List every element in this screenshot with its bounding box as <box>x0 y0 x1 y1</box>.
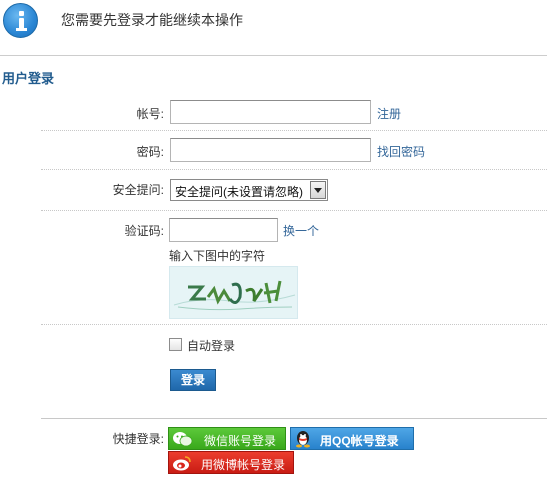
row-separator <box>41 324 547 325</box>
captcha-hint: 输入下图中的字符 <box>169 249 266 263</box>
wechat-login-button[interactable]: 微信账号登录 <box>168 427 286 450</box>
auto-login-label: 自动登录 <box>187 339 236 353</box>
qq-penguin-icon <box>294 430 312 448</box>
password-input[interactable] <box>170 138 371 162</box>
register-link[interactable]: 注册 <box>377 105 401 122</box>
qq-login-label: 用QQ帐号登录 <box>320 434 399 448</box>
account-input[interactable] <box>170 100 371 124</box>
qq-login-button[interactable]: 用QQ帐号登录 <box>290 427 414 450</box>
wechat-login-label: 微信账号登录 <box>204 434 277 448</box>
auto-login-checkbox[interactable] <box>169 338 182 351</box>
captcha-image[interactable] <box>169 266 298 319</box>
notice-bar: 您需要先登录才能继续本操作 <box>0 0 547 44</box>
captcha-label: 验证码: <box>124 224 164 238</box>
row-separator <box>41 169 547 170</box>
wechat-icon <box>172 430 193 447</box>
weibo-login-button[interactable]: 用微博帐号登录 <box>168 451 294 474</box>
security-question-label: 安全提问: <box>112 183 164 197</box>
weibo-login-label: 用微博帐号登录 <box>201 458 286 472</box>
divider <box>0 55 547 56</box>
captcha-input[interactable] <box>169 218 278 242</box>
notice-text: 您需要先登录才能继续本操作 <box>61 12 243 28</box>
security-question-select[interactable]: 安全提问(未设置请忽略) <box>170 179 328 201</box>
row-separator <box>41 210 547 211</box>
password-label: 密码: <box>136 145 164 159</box>
info-icon <box>3 3 38 38</box>
account-label: 帐号: <box>136 107 164 121</box>
refresh-captcha-link[interactable]: 换一个 <box>283 222 319 239</box>
chevron-down-icon[interactable] <box>310 181 326 199</box>
weibo-icon <box>172 454 191 471</box>
security-question-value: 安全提问(未设置请忽略) <box>175 185 303 199</box>
section-title: 用户登录 <box>2 71 55 86</box>
divider <box>41 418 547 419</box>
quick-login-label: 快捷登录: <box>112 432 164 446</box>
login-button[interactable]: 登录 <box>170 369 216 391</box>
forgot-password-link[interactable]: 找回密码 <box>377 143 425 160</box>
row-separator <box>41 130 547 131</box>
